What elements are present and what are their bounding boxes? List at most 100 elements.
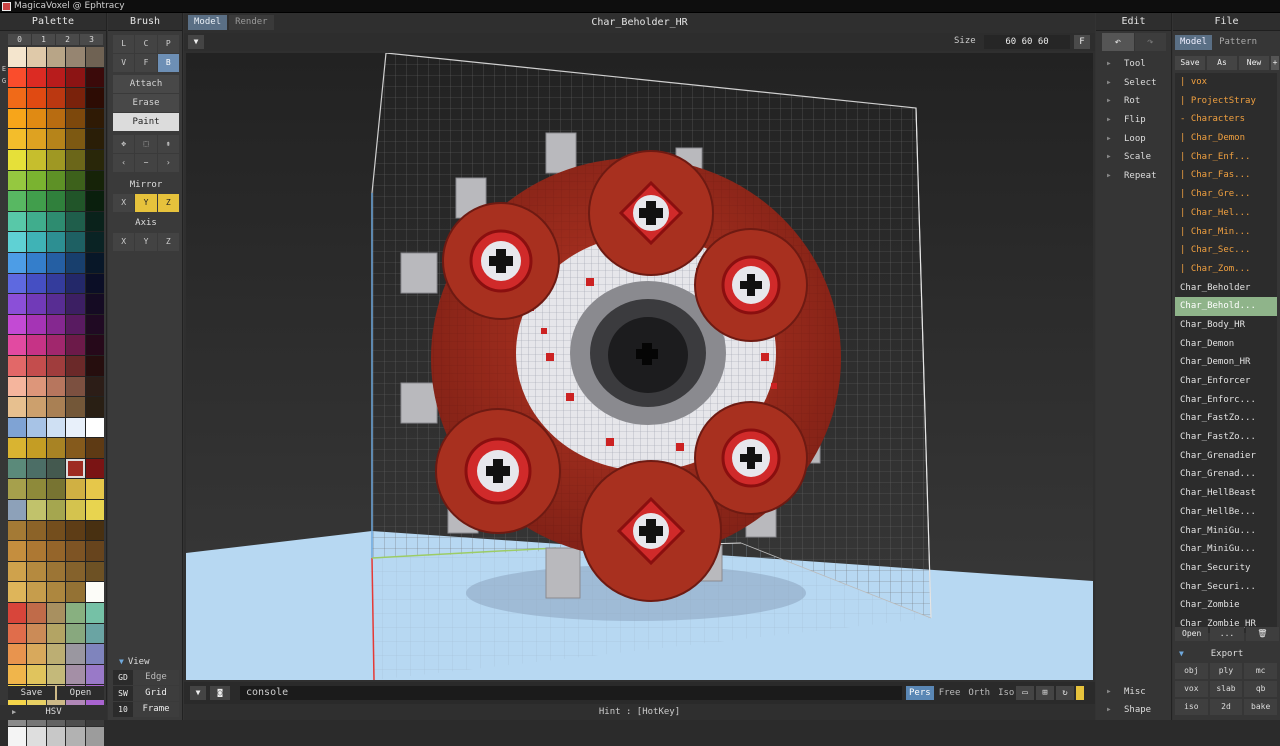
color-swatch[interactable] — [8, 67, 27, 88]
color-swatch[interactable] — [8, 603, 27, 623]
file-item[interactable]: Char_MiniGu... — [1175, 522, 1277, 541]
color-swatch[interactable] — [66, 149, 85, 170]
color-swatch[interactable] — [27, 438, 46, 458]
color-swatch[interactable] — [46, 644, 66, 664]
color-swatch[interactable] — [27, 335, 46, 355]
folder-item[interactable]: | ProjectStray — [1175, 92, 1277, 111]
color-swatch[interactable] — [27, 129, 46, 149]
edit-shape[interactable]: Shape — [1096, 701, 1172, 719]
erase-button[interactable]: Erase — [113, 94, 179, 112]
color-swatch[interactable] — [66, 520, 85, 541]
color-swatch[interactable] — [66, 314, 85, 335]
color-swatch[interactable] — [8, 397, 27, 417]
folder-item[interactable]: | Char_Min... — [1175, 223, 1277, 242]
brush-mode-l[interactable]: L — [113, 35, 135, 53]
color-swatch[interactable] — [27, 561, 46, 582]
axis-y[interactable]: Y — [135, 233, 157, 251]
color-swatch[interactable] — [27, 47, 46, 67]
color-swatch[interactable] — [85, 397, 104, 417]
color-swatch[interactable] — [85, 726, 104, 746]
folder-item[interactable]: - Characters — [1175, 110, 1277, 129]
color-swatch[interactable] — [85, 252, 104, 273]
color-swatch[interactable] — [46, 67, 66, 88]
view-frame[interactable]: Frame — [133, 702, 179, 717]
color-swatch[interactable] — [27, 232, 46, 252]
color-swatch[interactable] — [27, 211, 46, 232]
color-swatch[interactable] — [85, 335, 104, 355]
color-swatch[interactable] — [27, 314, 46, 335]
color-swatch[interactable] — [85, 314, 104, 335]
view-grid[interactable]: Grid — [133, 686, 179, 701]
tab-render[interactable]: Render — [229, 15, 274, 30]
color-swatch[interactable] — [27, 273, 46, 294]
color-swatch[interactable] — [85, 232, 104, 252]
color-swatch[interactable] — [27, 623, 46, 644]
file-more-button[interactable]: ... — [1210, 627, 1244, 641]
file-tab-pattern[interactable]: Pattern — [1214, 35, 1262, 50]
color-swatch[interactable] — [8, 170, 27, 191]
undo-icon[interactable]: ↶ — [1102, 33, 1134, 51]
proj-orth[interactable]: Orth — [965, 686, 993, 700]
export-bake-button[interactable]: bake — [1244, 699, 1277, 715]
color-swatch[interactable] — [8, 561, 27, 582]
file-item[interactable]: Char_Demon_HR — [1175, 353, 1277, 372]
color-swatch[interactable] — [85, 67, 104, 88]
next-icon[interactable]: › — [157, 154, 179, 172]
color-swatch[interactable] — [46, 170, 66, 191]
color-swatch[interactable] — [66, 252, 85, 273]
file-save-button[interactable]: Save — [1175, 56, 1205, 70]
color-swatch[interactable] — [27, 355, 46, 376]
color-swatch[interactable] — [46, 335, 66, 355]
color-swatch[interactable] — [46, 561, 66, 582]
mirror-z[interactable]: Z — [157, 194, 179, 212]
palette-letter-g[interactable]: G — [0, 75, 8, 87]
dropdown-menu-icon[interactable]: ▼ — [188, 35, 204, 49]
color-swatch[interactable] — [27, 417, 46, 438]
console-menu-icon[interactable]: ▼ — [190, 686, 206, 700]
file-item[interactable]: Char_Grenadier — [1175, 447, 1277, 466]
color-swatch[interactable] — [66, 67, 85, 88]
color-swatch[interactable] — [85, 376, 104, 397]
color-swatch[interactable] — [66, 294, 85, 314]
file-item[interactable]: Char_MiniGu... — [1175, 540, 1277, 559]
edit-flip[interactable]: Flip — [1096, 111, 1172, 130]
color-swatch[interactable] — [27, 252, 46, 273]
attach-button[interactable]: Attach — [113, 75, 179, 93]
color-swatch[interactable] — [8, 252, 27, 273]
edit-rot[interactable]: Rot — [1096, 92, 1172, 111]
axis-x[interactable]: X — [113, 233, 135, 251]
color-swatch[interactable] — [46, 726, 66, 746]
color-swatch[interactable] — [85, 129, 104, 149]
color-swatch[interactable] — [8, 294, 27, 314]
file-item[interactable]: Char_FastZo... — [1175, 409, 1277, 428]
trash-icon[interactable]: 🗑 — [1245, 627, 1279, 641]
color-swatch[interactable] — [27, 88, 46, 108]
color-swatch[interactable] — [66, 376, 85, 397]
color-swatch[interactable] — [46, 211, 66, 232]
color-swatch[interactable] — [46, 47, 66, 67]
file-item[interactable]: Char_Enforcer — [1175, 372, 1277, 391]
color-swatch[interactable] — [66, 438, 85, 458]
file-new-button[interactable]: New — [1239, 56, 1269, 70]
file-item[interactable]: Char_Enforc... — [1175, 391, 1277, 410]
color-swatch[interactable] — [46, 273, 66, 294]
color-swatch[interactable] — [46, 417, 66, 438]
color-swatch[interactable] — [27, 644, 46, 664]
palette-save-button[interactable]: Save — [8, 686, 55, 700]
grid-icon[interactable]: ⊞ — [1036, 686, 1054, 700]
color-swatch[interactable] — [27, 458, 46, 479]
color-swatch[interactable] — [85, 623, 104, 644]
color-swatch[interactable] — [8, 520, 27, 541]
color-swatch[interactable] — [66, 623, 85, 644]
color-swatch[interactable] — [85, 644, 104, 664]
file-item[interactable]: Char_Grenad... — [1175, 465, 1277, 484]
3d-viewport[interactable] — [186, 53, 1093, 680]
color-swatch[interactable] — [8, 47, 27, 67]
color-swatch[interactable] — [8, 500, 27, 520]
color-swatch[interactable] — [66, 397, 85, 417]
prev-icon[interactable]: ‹ — [113, 154, 135, 172]
file-item[interactable]: Char_Behold... — [1175, 297, 1277, 316]
color-swatch[interactable] — [27, 582, 46, 603]
edit-misc[interactable]: Misc — [1096, 683, 1172, 701]
hsv-toggle[interactable]: ▶ HSV — [0, 705, 107, 720]
